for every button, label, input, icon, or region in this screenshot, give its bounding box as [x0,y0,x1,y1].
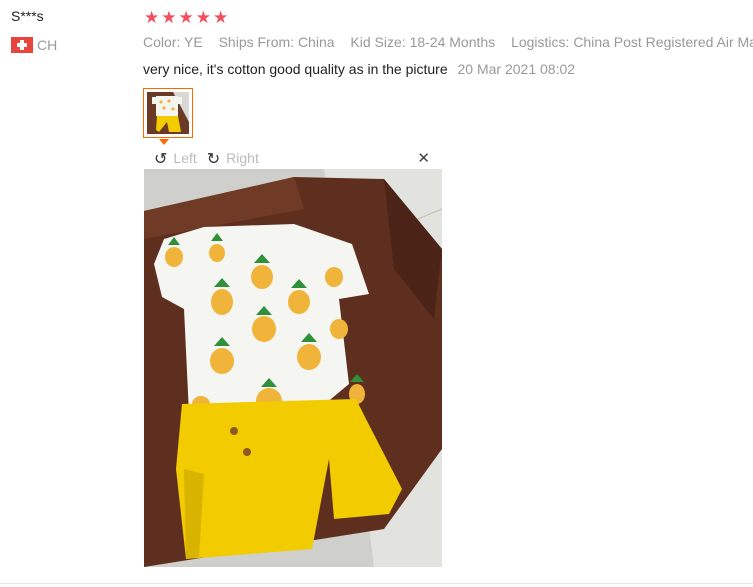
attr-color: Color: YE [143,34,207,50]
thumbnail-image [147,92,189,134]
review-text: very nice, it's cotton good quality as i… [143,61,448,77]
attr-value: China [297,34,335,50]
rotate-right-icon: ↻ [206,148,221,168]
star-icon: ★ [161,8,177,28]
attr-value: 18-24 Months [409,34,496,50]
attr-ships-from: Ships From: China [219,34,339,50]
attr-label: Kid Size: [350,34,406,50]
review-photo-thumbnail[interactable] [143,88,193,138]
attr-value: YE [184,34,203,50]
order-attributes: Color: YE Ships From: China Kid Size: 18… [143,34,753,50]
attr-logistics: Logistics: China Post Registered Air Mai… [511,34,753,50]
review-divider [0,583,753,584]
attr-kid-size: Kid Size: 18-24 Months [350,34,499,50]
switzerland-flag-icon [11,37,33,53]
rotate-left-button[interactable]: ↺ Left [154,149,197,168]
review-photo [144,169,442,567]
star-icon: ★ [213,8,229,28]
country-code: CH [37,37,58,53]
viewer-toolbar: ↺ Left ↻ Right ✕ [144,147,442,170]
rotate-right-label: Right [226,150,259,166]
reviewer-name: S***s [11,8,44,24]
attr-label: Color: [143,34,181,50]
close-icon[interactable]: ✕ [417,149,430,167]
photo-viewer: ↺ Left ↻ Right ✕ [144,147,442,567]
attr-value: China Post Registered Air Mail [573,34,753,50]
star-rating: ★ ★ ★ ★ ★ [144,9,228,27]
star-icon: ★ [195,8,211,28]
rotate-right-button[interactable]: ↻ Right [207,149,259,168]
reviewer-country: CH [11,37,57,53]
attr-label: Logistics: [511,34,570,50]
review-date: 20 Mar 2021 08:02 [457,61,576,77]
rotate-left-icon: ↺ [154,148,168,168]
star-icon: ★ [178,8,194,28]
attr-label: Ships From: [218,34,295,50]
rotate-left-label: Left [173,150,197,166]
star-icon: ★ [144,8,160,28]
thumbnail-pointer [159,139,169,145]
thumbnail-picture [147,92,189,134]
review-body: very nice, it's cotton good quality as i… [143,61,575,77]
